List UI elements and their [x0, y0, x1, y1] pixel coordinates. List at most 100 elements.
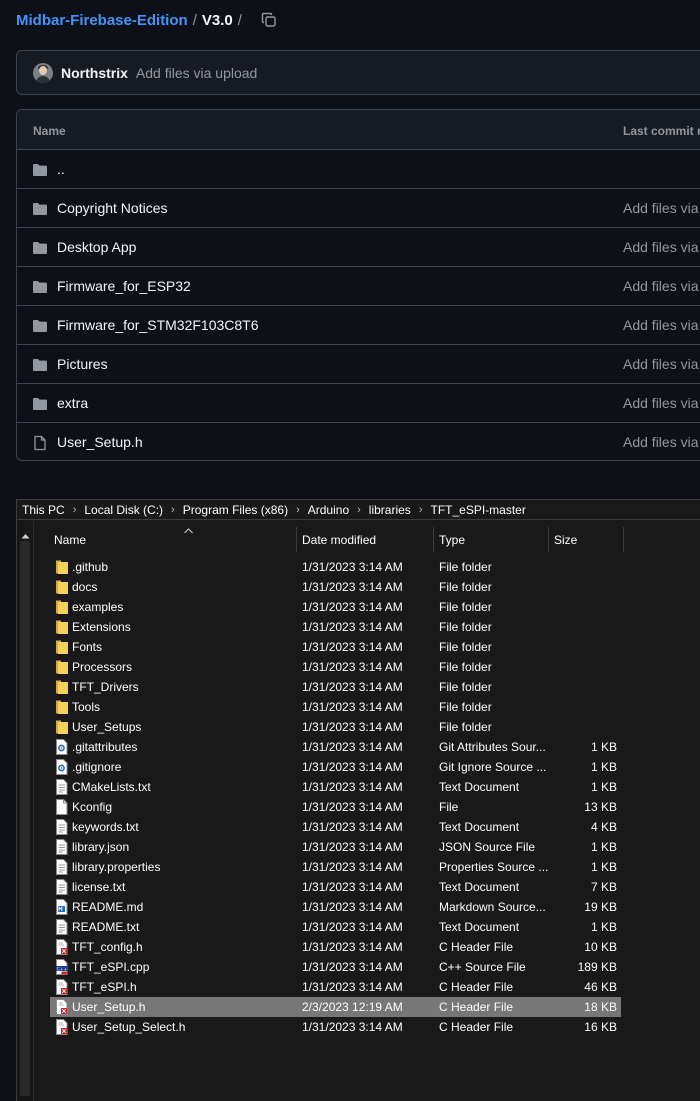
table-row[interactable]: Firmware_for_ESP32 Add files via u	[17, 267, 700, 306]
file-date-modified: 1/31/2023 3:14 AM	[302, 940, 403, 954]
commit-message-link[interactable]: Add files via u	[623, 356, 700, 372]
address-crumb[interactable]: This PC	[22, 503, 65, 517]
vertical-scrollbar[interactable]	[17, 521, 34, 1101]
chevron-right-icon[interactable]: ›	[171, 504, 175, 516]
text-file-icon	[55, 859, 68, 875]
commit-message-link[interactable]: Add files via u	[623, 200, 700, 216]
list-item[interactable]: Extensions 1/31/2023 3:14 AM File folder	[50, 617, 621, 637]
list-item[interactable]: docs 1/31/2023 3:14 AM File folder	[50, 577, 621, 597]
table-row[interactable]: Copyright Notices Add files via u	[17, 189, 700, 228]
folder-icon	[55, 559, 69, 575]
copy-path-icon[interactable]	[261, 12, 277, 28]
table-row[interactable]: User_Setup.h Add files via u	[17, 423, 700, 460]
gear-file-icon	[55, 739, 68, 755]
c-header-file-icon	[55, 979, 68, 995]
list-item[interactable]: C++ TFT_eSPI.cpp 1/31/2023 3:14 AM C++ Sour…	[50, 957, 621, 977]
file-date-modified: 1/31/2023 3:14 AM	[302, 820, 403, 834]
list-item[interactable]: .gitattributes 1/31/2023 3:14 AM Git Attri…	[50, 737, 621, 757]
commit-message-link[interactable]: Add files via u	[623, 434, 700, 450]
column-size[interactable]: Size	[554, 533, 577, 547]
commit-author[interactable]: Northstrix	[61, 65, 128, 81]
list-item[interactable]: examples 1/31/2023 3:14 AM File folder	[50, 597, 621, 617]
file-type: C Header File	[439, 1000, 514, 1014]
commit-message-link[interactable]: Add files via u	[623, 395, 700, 411]
file-name: TFT_eSPI.cpp	[72, 960, 150, 974]
column-divider[interactable]	[623, 527, 624, 552]
list-item[interactable]: Kconfig 1/31/2023 3:14 AM File 13 KB	[50, 797, 621, 817]
list-item[interactable]: Tools 1/31/2023 3:14 AM File folder	[50, 697, 621, 717]
folder-icon	[32, 162, 48, 178]
chevron-right-icon[interactable]: ›	[419, 504, 423, 516]
folder-icon	[55, 699, 69, 715]
file-date-modified: 1/31/2023 3:14 AM	[302, 720, 403, 734]
chevron-right-icon[interactable]: ›	[296, 504, 300, 516]
c-header-file-icon	[55, 999, 68, 1015]
file-size: 16 KB	[584, 1020, 617, 1034]
list-item[interactable]: User_Setup_Select.h 1/31/2023 3:14 AM C He…	[50, 1017, 621, 1037]
list-item[interactable]: TFT_Drivers 1/31/2023 3:14 AM File folder	[50, 677, 621, 697]
column-last-commit-header: Last commit m	[623, 124, 700, 138]
list-item[interactable]: README.md 1/31/2023 3:14 AM Markdown Sourc…	[50, 897, 621, 917]
avatar[interactable]	[33, 62, 53, 83]
file-name-link[interactable]: Pictures	[57, 356, 108, 372]
column-divider[interactable]	[433, 527, 434, 552]
file-explorer: This PC › Local Disk (C:) › Program Files (x…	[16, 499, 700, 1101]
file-date-modified: 1/31/2023 3:14 AM	[302, 960, 403, 974]
file-name-link[interactable]: extra	[57, 395, 88, 411]
list-item[interactable]: CMakeLists.txt 1/31/2023 3:14 AM Text Docu…	[50, 777, 621, 797]
breadcrumb: Midbar-Firebase-Edition / V3.0 /	[16, 10, 277, 30]
column-divider[interactable]	[548, 527, 549, 552]
list-item[interactable]: User_Setups 1/31/2023 3:14 AM File folder	[50, 717, 621, 737]
column-date-modified[interactable]: Date modified	[302, 533, 376, 547]
list-item[interactable]: Fonts 1/31/2023 3:14 AM File folder	[50, 637, 621, 657]
commit-message-link[interactable]: Add files via u	[623, 278, 700, 294]
address-crumb[interactable]: Program Files (x86)	[183, 503, 288, 517]
table-row[interactable]: Pictures Add files via u	[17, 345, 700, 384]
column-name[interactable]: Name	[54, 533, 86, 547]
address-crumb[interactable]: TFT_eSPI-master	[430, 503, 525, 517]
table-row[interactable]: Firmware_for_STM32F103C8T6 Add files via …	[17, 306, 700, 345]
commit-message-link[interactable]: Add files via u	[623, 239, 700, 255]
repo-link[interactable]: Midbar-Firebase-Edition	[16, 12, 188, 29]
file-name-link[interactable]: Firmware_for_ESP32	[57, 278, 191, 294]
chevron-right-icon[interactable]: ›	[357, 504, 361, 516]
chevron-right-icon[interactable]: ›	[73, 504, 77, 516]
address-bar[interactable]: This PC › Local Disk (C:) › Program Files (x…	[17, 500, 700, 520]
list-item[interactable]: .github 1/31/2023 3:14 AM File folder	[50, 557, 621, 577]
table-row[interactable]: Desktop App Add files via u	[17, 228, 700, 267]
commit-message[interactable]: Add files via upload	[136, 65, 257, 81]
file-name-link[interactable]: Copyright Notices	[57, 200, 168, 216]
file-date-modified: 1/31/2023 3:14 AM	[302, 660, 403, 674]
list-item[interactable]: README.txt 1/31/2023 3:14 AM Text Document…	[50, 917, 621, 937]
file-name-link[interactable]: ..	[57, 161, 65, 177]
file-type: File folder	[439, 580, 492, 594]
column-type[interactable]: Type	[439, 533, 465, 547]
file-name: User_Setups	[72, 720, 142, 734]
file-name-link[interactable]: Firmware_for_STM32F103C8T6	[57, 317, 259, 333]
list-item[interactable]: keywords.txt 1/31/2023 3:14 AM Text Docume…	[50, 817, 621, 837]
address-crumb[interactable]: libraries	[369, 503, 411, 517]
file-name-link[interactable]: User_Setup.h	[57, 434, 143, 450]
commit-message-link[interactable]: Add files via u	[623, 317, 700, 333]
table-row[interactable]: extra Add files via u	[17, 384, 700, 423]
list-item[interactable]: TFT_eSPI.h 1/31/2023 3:14 AM C Header File…	[50, 977, 621, 997]
folder-icon	[55, 619, 69, 635]
list-item[interactable]: TFT_config.h 1/31/2023 3:14 AM C Header Fi…	[50, 937, 621, 957]
column-divider[interactable]	[296, 527, 297, 552]
scrollbar-thumb[interactable]	[20, 541, 30, 1096]
table-row[interactable]: ..	[17, 150, 700, 189]
address-crumb[interactable]: Arduino	[308, 503, 349, 517]
address-crumb[interactable]: Local Disk (C:)	[84, 503, 163, 517]
repo-file-table: Name Last commit m .. Copyright Notices Ad…	[16, 109, 700, 461]
file-date-modified: 1/31/2023 3:14 AM	[302, 620, 403, 634]
list-item[interactable]: library.properties 1/31/2023 3:14 AM Prope…	[50, 857, 621, 877]
file-date-modified: 1/31/2023 3:14 AM	[302, 640, 403, 654]
list-item-selected[interactable]: User_Setup.h 2/3/2023 12:19 AM C Header Fi…	[50, 997, 621, 1017]
list-item[interactable]: .gitignore 1/31/2023 3:14 AM Git Ignore So…	[50, 757, 621, 777]
file-name: README.txt	[72, 920, 140, 934]
file-name: User_Setup.h	[72, 1000, 146, 1014]
file-name-link[interactable]: Desktop App	[57, 239, 136, 255]
list-item[interactable]: library.json 1/31/2023 3:14 AM JSON Source…	[50, 837, 621, 857]
list-item[interactable]: Processors 1/31/2023 3:14 AM File folder	[50, 657, 621, 677]
list-item[interactable]: license.txt 1/31/2023 3:14 AM Text Documen…	[50, 877, 621, 897]
